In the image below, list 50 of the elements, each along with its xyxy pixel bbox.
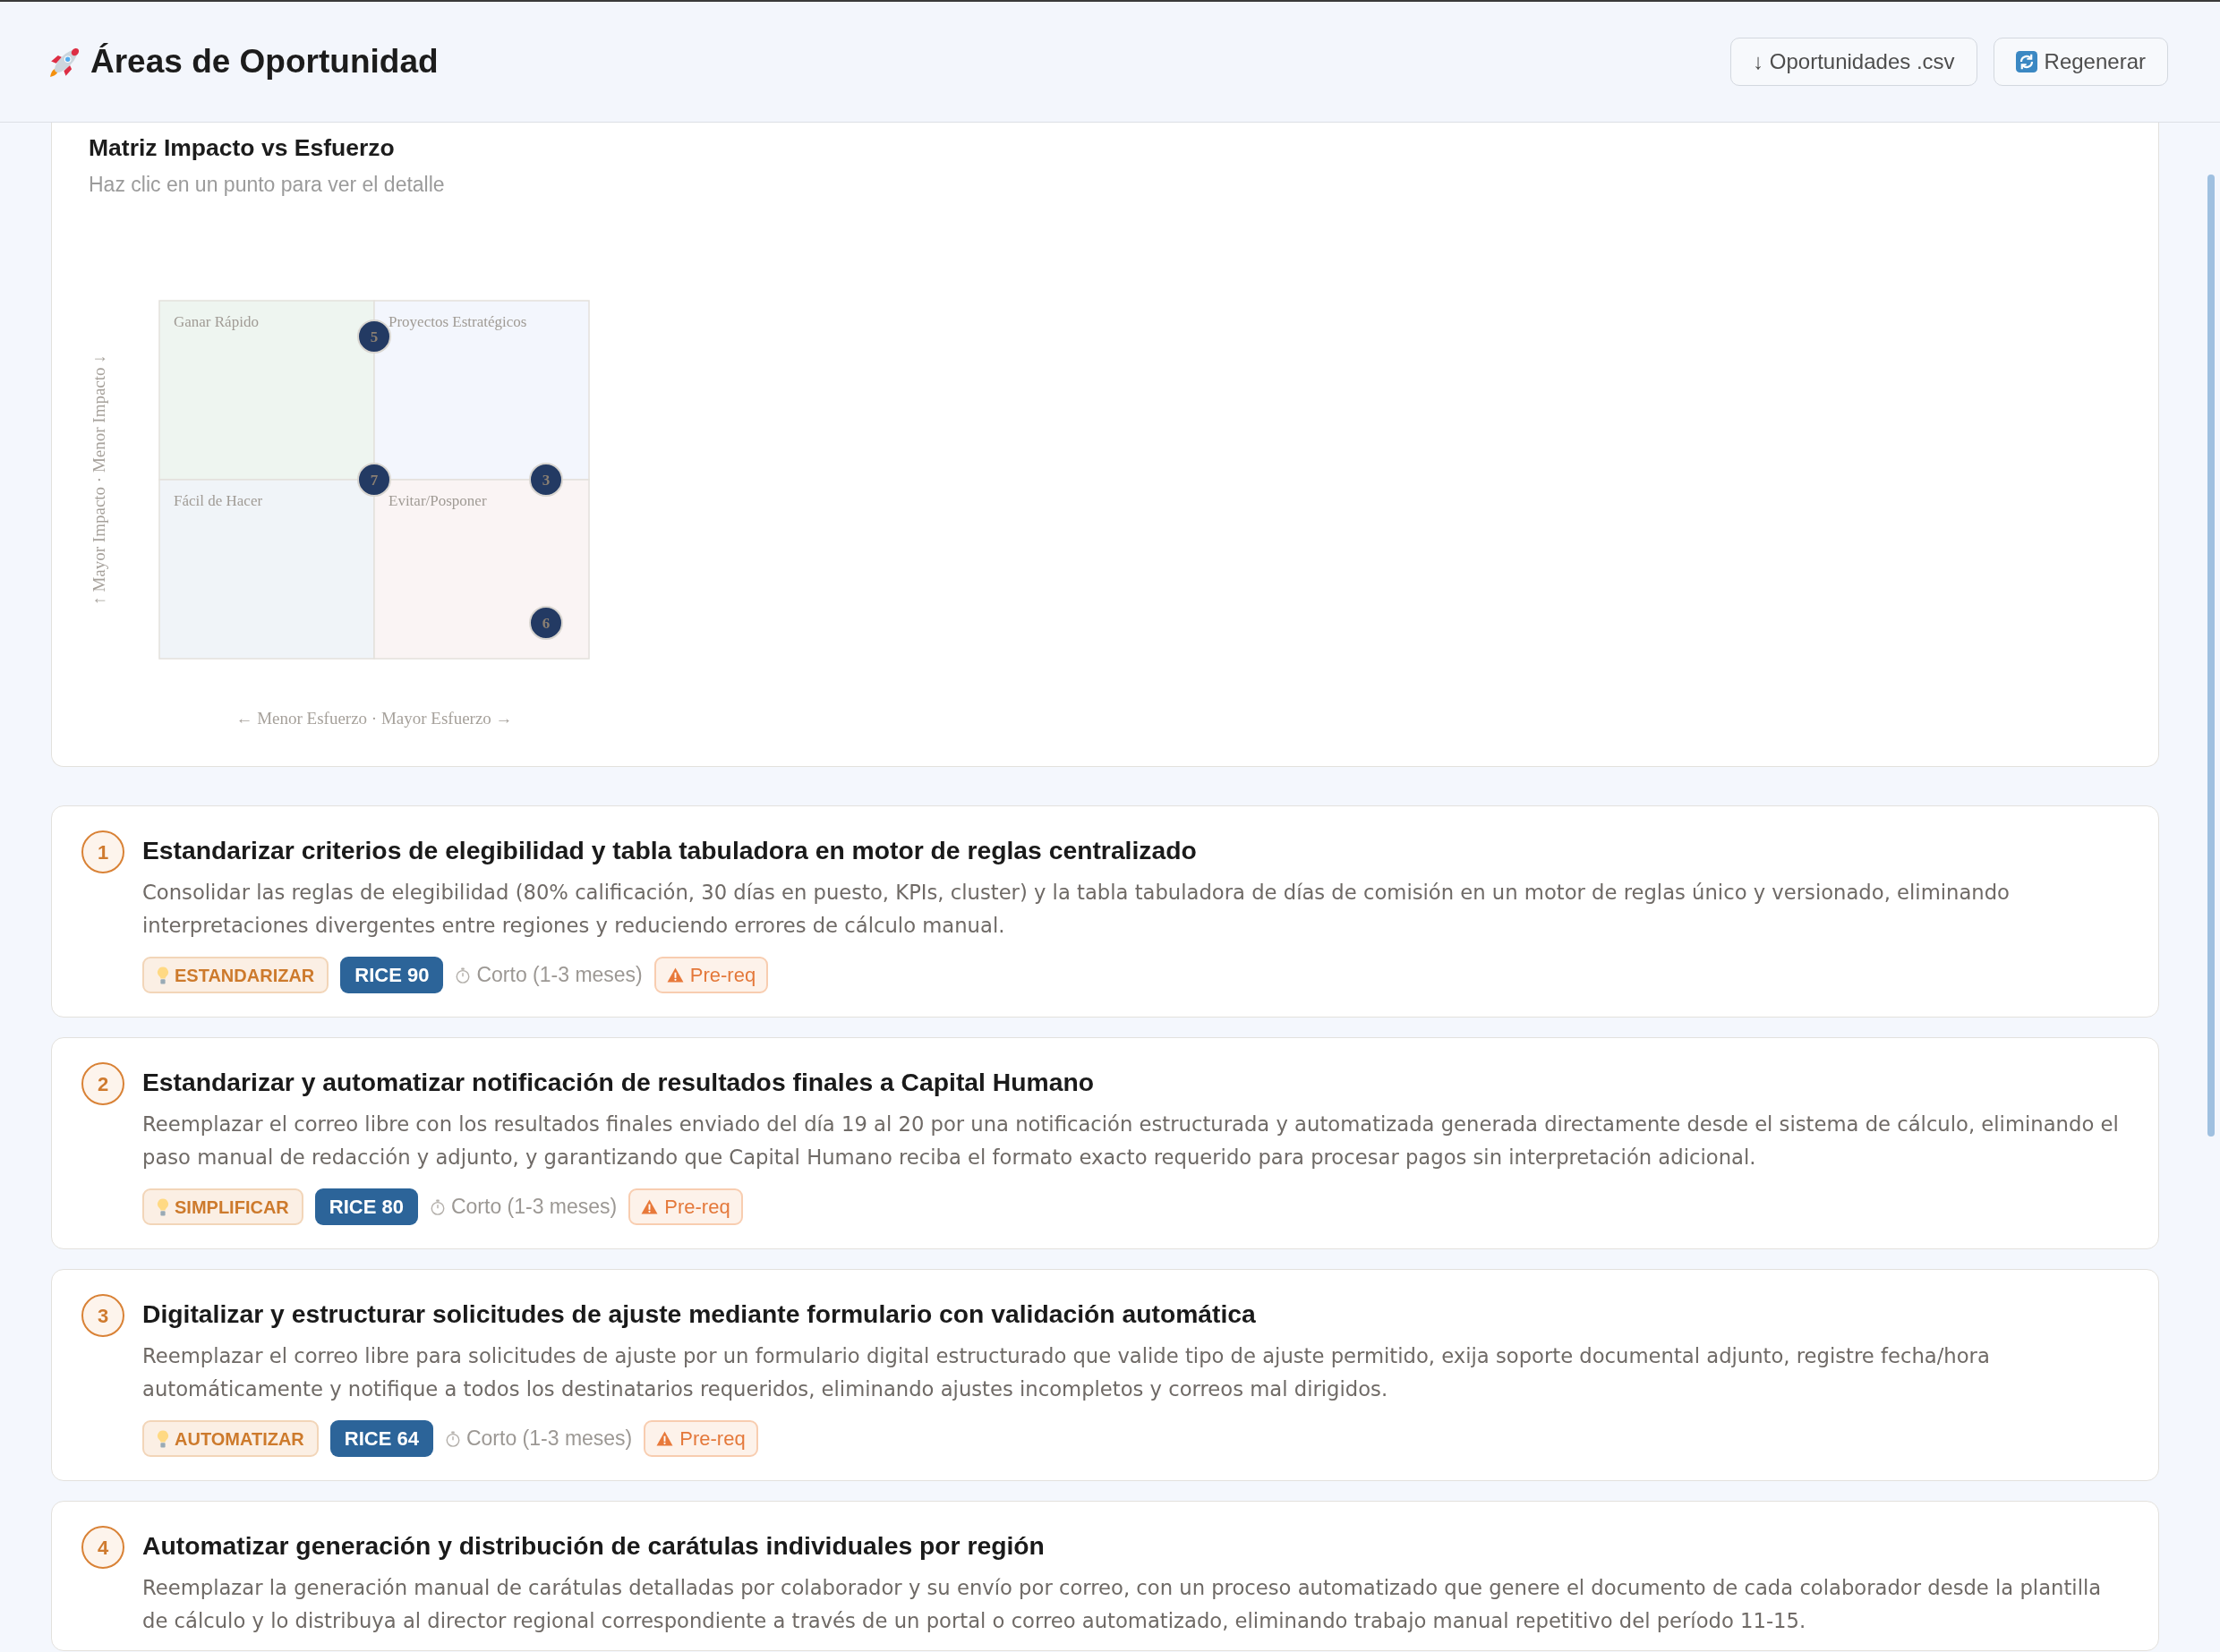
opportunity-description: Reemplazar el correo libre con los resultados finales enviado del día 19 al 20 por una notificación estructurada y automatizada generada directamente desde el sistema de cálculo, eliminando el paso manual de redacción y adjunto, y garantizando que Capital Humano reciba el formato exacto requerido para procesar pagos sin interpretación adicional. bbox=[142, 1111, 2120, 1171]
stopwatch-icon bbox=[455, 967, 472, 984]
rank-number: 2 bbox=[81, 1062, 124, 1105]
warning-icon bbox=[641, 1199, 659, 1214]
opportunity-description: Reemplazar la generación manual de carátulas detalladas por colaborador y su envío por correo, con un proceso automatizado que genere el documento de cada colaborador desde la plantilla de cálculo y lo distribuya al director regional correspondiente a través de un portal o correo automatizado, eliminando trabajo manual repetitivo del período 11-15. bbox=[142, 1575, 2103, 1634]
quadrant-label: Evitar/Posponer bbox=[388, 492, 487, 509]
rocket-icon bbox=[49, 46, 81, 78]
rice-score: RICE 80 bbox=[314, 1188, 418, 1225]
category-label: AUTOMATIZAR bbox=[175, 1427, 304, 1451]
rank-number: 3 bbox=[81, 1294, 124, 1337]
warning-icon bbox=[666, 967, 684, 983]
refresh-icon bbox=[2015, 51, 2037, 72]
chart-title: Matriz Impacto vs Esfuerzo bbox=[89, 134, 396, 161]
lightbulb-icon bbox=[157, 1429, 169, 1448]
opportunity-title: Automatizar generación y distribución de carátulas individuales por región bbox=[142, 1530, 1046, 1562]
opportunity-description: Consolidar las reglas de elegibilidad (80% calificación, 30 días en puesto, KPIs, cluster) y la tabla tabuladora de días de comisión en un motor de reglas único y versionado, eliminando interpretaciones divergentes entre regiones y reduciendo errores de cálculo manual. bbox=[142, 880, 2011, 939]
data-point[interactable]: 3 bbox=[529, 463, 563, 497]
data-point[interactable]: 6 bbox=[529, 606, 563, 640]
rice-score: RICE 90 bbox=[340, 957, 444, 993]
axis-label: ↑ Mayor Impacto · Menor Impacto ↓ bbox=[90, 354, 108, 605]
stopwatch-icon bbox=[429, 1198, 446, 1215]
chart-subtitle: Haz clic en un punto para ver el detalle bbox=[89, 172, 446, 197]
rank-number: 4 bbox=[81, 1526, 124, 1569]
quadrant-label: Fácil de Hacer bbox=[174, 492, 263, 509]
opportunity-title: Estandarizar criterios de elegibilidad y tabla tabuladora en motor de reglas centralizado bbox=[142, 835, 1198, 866]
download-button[interactable]: ↓ Oportunidades .csv bbox=[1730, 38, 1977, 86]
time-horizon: Corto (1-3 meses) bbox=[465, 1426, 633, 1452]
opportunity-title: Digitalizar y estructurar solicitudes de ajuste mediante formulario con validación automática bbox=[142, 1299, 1257, 1330]
prereq-label: Pre-req bbox=[689, 963, 756, 988]
prereq-label: Pre-req bbox=[664, 1195, 730, 1220]
lightbulb-icon bbox=[157, 966, 169, 984]
regenerate-button[interactable]: Regenerar bbox=[1993, 38, 2168, 86]
category-label: ESTANDARIZAR bbox=[175, 964, 315, 987]
lightbulb-icon bbox=[157, 1197, 169, 1216]
quadrant-label: Proyectos Estratégicos bbox=[388, 313, 527, 330]
opportunity-title: Estandarizar y automatizar notificación de resultados finales a Capital Humano bbox=[142, 1067, 1095, 1098]
axis-label: ← Menor Esfuerzo · Mayor Esfuerzo → bbox=[235, 709, 513, 728]
data-point[interactable]: 7 bbox=[357, 463, 391, 497]
prereq-label: Pre-req bbox=[679, 1426, 746, 1452]
rice-score: RICE 64 bbox=[329, 1420, 433, 1457]
stopwatch-icon bbox=[444, 1430, 461, 1447]
rank-number: 1 bbox=[81, 830, 124, 873]
time-horizon: Corto (1-3 meses) bbox=[476, 962, 643, 989]
quadrant-label: Ganar Rápido bbox=[174, 313, 259, 330]
time-horizon: Corto (1-3 meses) bbox=[450, 1194, 618, 1221]
opportunity-description: Reemplazar el correo libre para solicitudes de ajuste por un formulario digital estructurado que valide tipo de ajuste permitido, exija soporte documental adjunto, registre fecha/hora automáticamente y notifique a todos los destinatarios requeridos, eliminando ajustes incompletos y correos mal dirigidos. bbox=[142, 1343, 1991, 1402]
scrollbar-thumb[interactable] bbox=[2207, 175, 2215, 1137]
warning-icon bbox=[656, 1431, 674, 1446]
page-title: Áreas de Oportunidad bbox=[90, 42, 439, 82]
category-label: SIMPLIFICAR bbox=[175, 1196, 289, 1219]
